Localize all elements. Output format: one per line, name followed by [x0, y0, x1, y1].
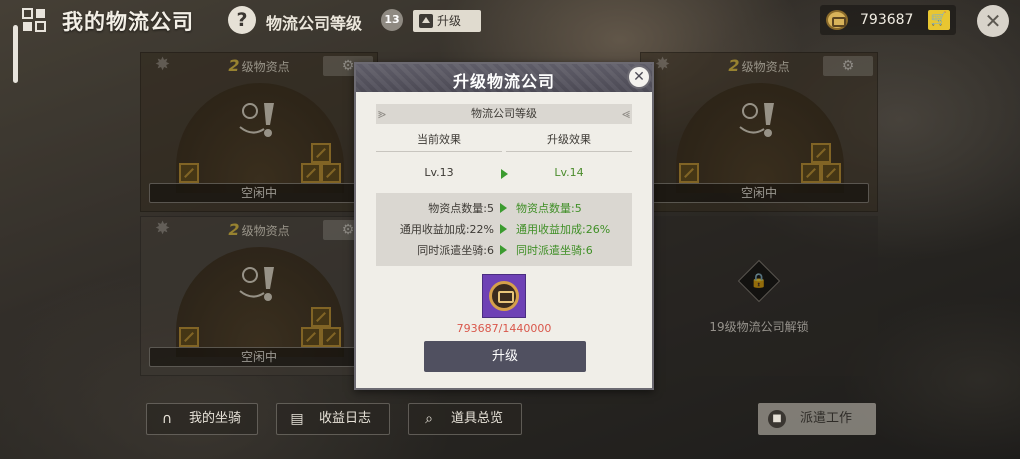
shop-cart-icon[interactable]: 🛒 [928, 10, 950, 30]
items-overview-label: 道具总览 [451, 411, 504, 426]
upgrade-company-dialog: 升级物流公司 ✕ ⪢ 物流公司等级 ⪡ 当前效果 升级效果 Lv.13 Lv.1… [354, 62, 654, 390]
coin-ring [489, 281, 519, 311]
next-effect-header: 升级效果 [506, 130, 632, 152]
horseshoe-icon: ∩ [161, 411, 173, 427]
next-stat-stations: 物资点数量:5 [516, 202, 582, 215]
upgrade-arrow-icon [419, 14, 433, 28]
current-stat-income-bonus: 通用收益加成:22% [399, 223, 494, 236]
company-level-badge: 13 [381, 9, 403, 31]
log-book-icon: ▤ [290, 411, 304, 427]
next-stat-dispatch-mounts: 同时派遣坐骑:6 [516, 244, 593, 257]
upgrade-company-button[interactable]: 升级 [413, 10, 481, 32]
section-header: ⪢ 物流公司等级 ⪡ [376, 104, 632, 124]
currency-display: 793687 🛒 [820, 5, 956, 35]
arrow-right-icon [500, 203, 507, 213]
help-icon[interactable]: ? [228, 6, 256, 34]
currency-amount: 793687 [860, 12, 914, 28]
dispatch-work-label: 派遣工作 [800, 411, 853, 426]
income-log-button[interactable]: ▤ 收益日志 [276, 403, 390, 435]
company-level-label: 物流公司等级 [266, 14, 363, 33]
next-level: Lv.14 [554, 166, 584, 179]
chevron-right-icon: ⪢ [378, 106, 386, 122]
my-mounts-label: 我的坐骑 [189, 411, 242, 426]
close-page-icon[interactable]: ✕ [977, 5, 1009, 37]
dialog-title: 升级物流公司 [452, 72, 555, 91]
current-stat-stations: 物资点数量:5 [428, 202, 494, 215]
current-level: Lv.13 [424, 166, 454, 179]
section-label: 物流公司等级 [471, 107, 537, 120]
income-log-label: 收益日志 [319, 411, 372, 426]
briefcase-icon: ■ [768, 410, 786, 428]
coin-cost-icon[interactable] [482, 274, 526, 318]
dialog-header: 升级物流公司 [356, 64, 652, 92]
items-overview-button[interactable]: ⌕ 道具总览 [408, 403, 522, 435]
current-effect-header: 当前效果 [376, 130, 502, 152]
confirm-upgrade-button[interactable]: 升级 [424, 341, 586, 372]
dispatch-work-button[interactable]: ■ 派遣工作 [758, 403, 876, 435]
upgrade-company-label: 升级 [437, 14, 462, 28]
page-title: 我的物流公司 [62, 10, 194, 34]
upgrade-cost-progress: 793687/1440000 [456, 322, 552, 335]
stats-comparison: 物资点数量:5 物资点数量:5 通用收益加成:22% 通用收益加成:26% 同时… [376, 193, 632, 266]
next-stat-income-bonus: 通用收益加成:26% [516, 223, 611, 236]
dialog-close-icon[interactable]: ✕ [627, 65, 651, 89]
side-drawer-handle[interactable] [13, 25, 18, 83]
item-search-icon: ⌕ [425, 411, 433, 427]
coin-icon [826, 10, 848, 30]
arrow-right-icon [500, 224, 507, 234]
current-stat-dispatch-mounts: 同时派遣坐骑:6 [417, 244, 494, 257]
my-mounts-button[interactable]: ∩ 我的坐骑 [146, 403, 258, 435]
arrow-right-icon [500, 245, 507, 255]
chevron-left-icon: ⪡ [622, 106, 630, 122]
menu-grid-icon[interactable] [22, 8, 46, 32]
top-bar: 我的物流公司 ? 物流公司等级 13 升级 793687 🛒 ✕ [0, 0, 1020, 40]
